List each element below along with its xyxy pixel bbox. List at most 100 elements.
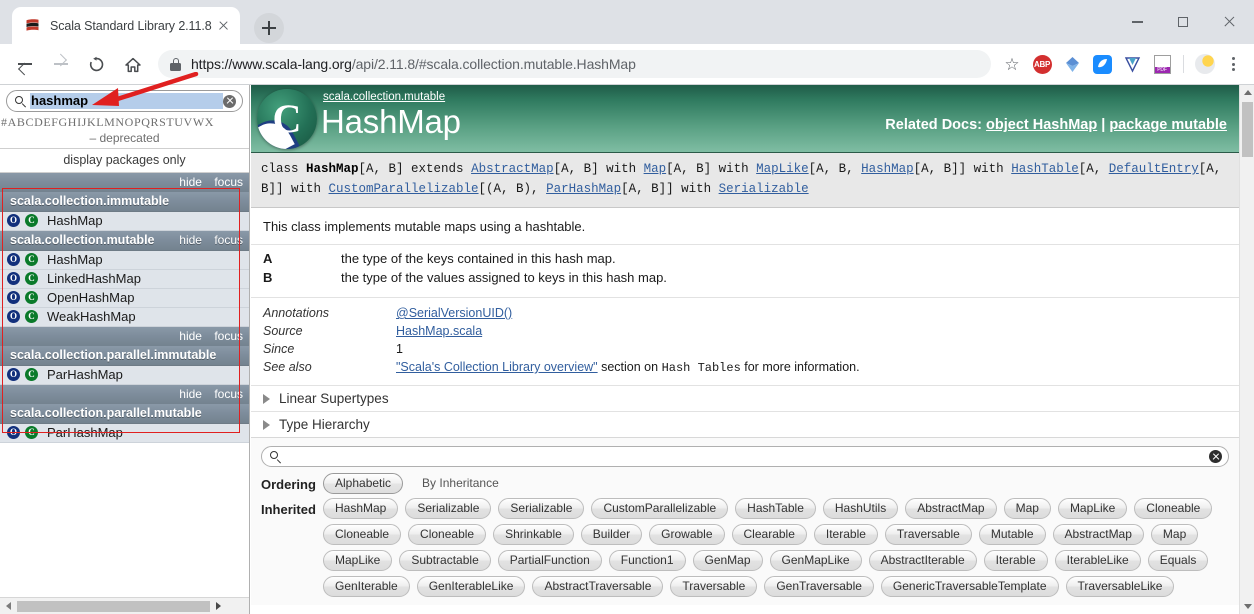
inherited-chip[interactable]: GenTraversable	[764, 576, 874, 597]
forward-button[interactable]	[44, 48, 76, 80]
inherited-chip[interactable]: Serializable	[405, 498, 492, 519]
annotation-link[interactable]: @SerialVersionUID()	[396, 306, 512, 320]
inherited-chip[interactable]: Subtractable	[399, 550, 491, 571]
list-item[interactable]: O C HashMap	[0, 212, 249, 231]
link-parhashmap[interactable]: ParHashMap	[546, 182, 621, 196]
inherited-chip[interactable]: TraversableLike	[1065, 576, 1175, 597]
link-abstractmap[interactable]: AbstractMap	[471, 162, 554, 176]
inherited-chip[interactable]: CustomParallelizable	[591, 498, 729, 519]
display-packages-only-toggle[interactable]: display packages only	[0, 149, 249, 173]
hide-link[interactable]: hide	[179, 387, 202, 401]
browser-tab[interactable]: Scala Standard Library 2.11.8 -	[12, 7, 240, 44]
focus-link[interactable]: focus	[214, 329, 243, 343]
link-maplike[interactable]: MapLike	[756, 162, 809, 176]
inherited-chip[interactable]: IterableLike	[1054, 550, 1141, 571]
inherited-chip[interactable]: Function1	[608, 550, 686, 571]
inherited-chip[interactable]: Builder	[580, 524, 643, 545]
page-vertical-scrollbar[interactable]	[1239, 85, 1254, 614]
inherited-chip[interactable]: GenIterableLike	[416, 576, 526, 597]
breadcrumb-link[interactable]: scala.collection.mutable	[323, 91, 445, 103]
hide-link[interactable]: hide	[179, 233, 202, 247]
member-search-box[interactable]	[261, 446, 1229, 467]
inherited-chip[interactable]: Cloneable	[408, 524, 487, 545]
hide-link[interactable]: hide	[179, 175, 202, 189]
back-button[interactable]	[8, 48, 40, 80]
sidebar-search-box[interactable]: hashmap	[6, 90, 243, 112]
alphabet-filter[interactable]: #ABCDEFGHIJKLMNOPQRSTUVWX	[0, 114, 249, 130]
link-customparallelizable[interactable]: CustomParallelizable	[329, 182, 479, 196]
inherited-chip[interactable]: PartialFunction	[497, 550, 602, 571]
reload-button[interactable]	[80, 48, 112, 80]
package-header[interactable]: scala.collection.mutable hide focus	[0, 231, 249, 251]
inherited-chip[interactable]: AbstractIterable	[868, 550, 977, 571]
tab-close-icon[interactable]	[215, 17, 232, 34]
inherited-chip[interactable]: Mutable	[978, 524, 1046, 545]
inherited-chip[interactable]: Growable	[649, 524, 725, 545]
weather-icon[interactable]	[1192, 51, 1218, 77]
inherited-chip[interactable]: AbstractTraversable	[532, 576, 664, 597]
scrollbar-thumb[interactable]	[17, 600, 210, 612]
link-serializable[interactable]: Serializable	[719, 182, 809, 196]
list-item[interactable]: O C WeakHashMap	[0, 308, 249, 327]
inherited-chip[interactable]: GenericTraversableTemplate	[880, 576, 1059, 597]
inherited-chip[interactable]: Iterable	[983, 550, 1048, 571]
inherited-chip[interactable]: Clearable	[731, 524, 807, 545]
sidebar-horizontal-scrollbar[interactable]	[0, 597, 249, 614]
inherited-chip[interactable]: GenIterable	[323, 576, 410, 597]
inherited-chip[interactable]: MapLike	[1057, 498, 1128, 519]
inherited-chip[interactable]: AbstractMap	[905, 498, 997, 519]
list-item[interactable]: O C HashMap	[0, 251, 249, 270]
list-item[interactable]: O C ParHashMap	[0, 366, 249, 385]
inherited-chip[interactable]: Traversable	[884, 524, 972, 545]
window-maximize-button[interactable]	[1160, 0, 1206, 44]
breadcrumb[interactable]: scala.collection.mutable	[323, 91, 445, 103]
inherited-chip[interactable]: Traversable	[670, 576, 758, 597]
list-item[interactable]: O C OpenHashMap	[0, 289, 249, 308]
inherited-chip[interactable]: Iterable	[813, 524, 878, 545]
inherited-chip[interactable]: Shrinkable	[493, 524, 574, 545]
home-button[interactable]	[116, 48, 148, 80]
hide-link[interactable]: hide	[179, 329, 202, 343]
focus-link[interactable]: focus	[214, 387, 243, 401]
sidebar-search-input[interactable]: hashmap	[30, 93, 223, 109]
inherited-chip[interactable]: HashUtils	[822, 498, 899, 519]
sidebar-search-clear-icon[interactable]	[223, 94, 236, 108]
see-also-link[interactable]: "Scala's Collection Library overview"	[396, 360, 598, 374]
inherited-chip[interactable]: GenMapLike	[769, 550, 862, 571]
v-icon[interactable]	[1119, 51, 1145, 77]
deprecated-filter-label[interactable]: – deprecated	[0, 130, 249, 149]
package-header[interactable]: scala.collection.parallel.immutable	[0, 346, 249, 366]
window-close-button[interactable]	[1206, 0, 1252, 44]
diamond-icon[interactable]	[1059, 51, 1085, 77]
ordering-option-by-inheritance[interactable]: By Inheritance	[410, 473, 511, 494]
focus-link[interactable]: focus	[214, 175, 243, 189]
scroll-down-icon[interactable]	[1240, 599, 1254, 614]
package-header[interactable]: scala.collection.immutable	[0, 192, 249, 212]
inherited-chip[interactable]: HashTable	[735, 498, 816, 519]
kebab-menu-icon[interactable]	[1220, 51, 1246, 77]
inherited-chip[interactable]: GenMap	[692, 550, 763, 571]
window-minimize-button[interactable]	[1114, 0, 1160, 44]
scroll-right-icon[interactable]	[210, 598, 227, 614]
package-header[interactable]: scala.collection.parallel.mutable	[0, 404, 249, 424]
pdf-icon[interactable]	[1149, 51, 1175, 77]
abp-icon[interactable]: ABP	[1029, 51, 1055, 77]
member-search-clear-icon[interactable]	[1209, 450, 1222, 463]
inherited-chip[interactable]: MapLike	[323, 550, 393, 571]
blue-app-icon[interactable]	[1089, 51, 1115, 77]
link-hashtable[interactable]: HashTable	[1011, 162, 1079, 176]
inherited-chip[interactable]: Map	[1003, 498, 1051, 519]
linear-supertypes-toggle[interactable]: Linear Supertypes	[251, 385, 1239, 411]
related-object-link[interactable]: object HashMap	[986, 117, 1097, 133]
scrollbar-thumb[interactable]	[1242, 102, 1253, 157]
address-bar[interactable]: https://www.scala-lang.org/api/2.11.8/#s…	[158, 50, 991, 78]
scroll-up-icon[interactable]	[1240, 85, 1254, 100]
inherited-chip[interactable]: AbstractMap	[1052, 524, 1144, 545]
inherited-chip[interactable]: Serializable	[498, 498, 585, 519]
inherited-chip[interactable]: HashMap	[323, 498, 399, 519]
inherited-chip[interactable]: Map	[1150, 524, 1199, 545]
list-item[interactable]: O C ParHashMap	[0, 424, 249, 443]
inherited-chip[interactable]: Cloneable	[1134, 498, 1213, 519]
new-tab-button[interactable]	[254, 13, 284, 43]
type-hierarchy-toggle[interactable]: Type Hierarchy	[251, 411, 1239, 437]
